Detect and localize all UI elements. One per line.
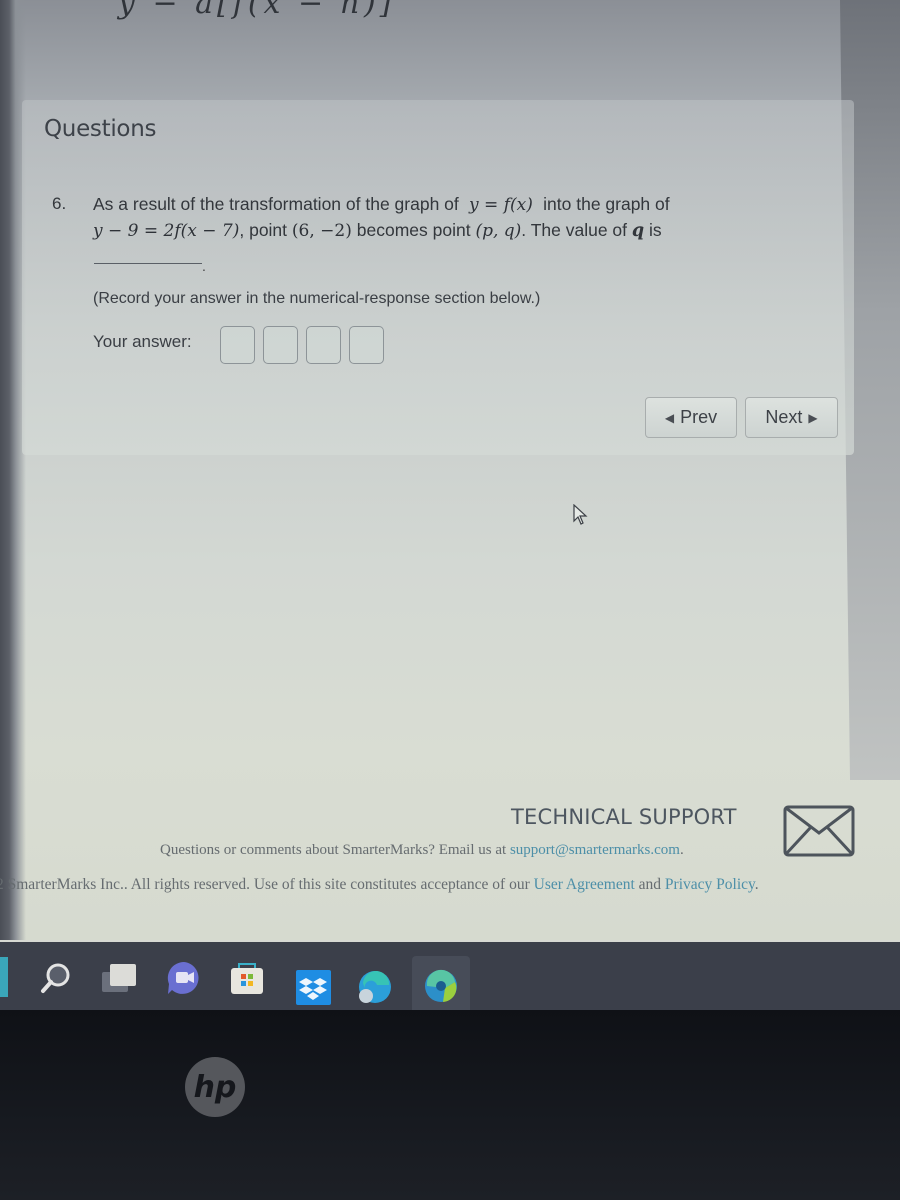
hp-logo-icon: hp <box>185 1057 245 1117</box>
dropbox-glyph <box>299 978 327 1000</box>
instruction-text: (Record your answer in the numerical-res… <box>93 290 541 307</box>
task-view-icon[interactable] <box>100 960 136 996</box>
technical-support-title: TECHNICAL SUPPORT <box>511 805 737 829</box>
math-point-original: (6, −2) <box>291 221 352 241</box>
math-expression: (p, q) <box>475 221 522 241</box>
microsoft-store-icon[interactable] <box>229 960 265 996</box>
blank-period: . <box>202 258 206 274</box>
next-label: Next <box>765 407 803 427</box>
search-icon[interactable] <box>38 960 74 996</box>
answer-digit-2[interactable] <box>263 326 298 364</box>
footer-suffix: . <box>754 876 759 893</box>
laptop-bezel <box>0 1010 900 1200</box>
question-text: is <box>649 220 662 240</box>
question-number: 6. <box>52 194 67 213</box>
math-expression: y = f(x) <box>469 195 533 215</box>
copyright-text: 2 SmarterMarks Inc.. All rights reserved… <box>0 876 530 893</box>
math-transformed-function: y − 9 = 2f(x − 7) <box>93 221 239 241</box>
triangle-left-icon: ◀ <box>664 410 675 425</box>
answer-label: Your answer: <box>93 332 192 351</box>
numerical-response-boxes <box>220 326 384 364</box>
mail-icon[interactable] <box>783 805 855 857</box>
question-text-line-2: y − 9 = 2f(x − 7), point (6, −2) becomes… <box>93 220 662 241</box>
triangle-right-icon: ▶ <box>808 410 818 425</box>
support-text: Questions or comments about SmarterMarks… <box>160 842 684 859</box>
question-text: becomes point <box>356 220 471 240</box>
question-text-line-1: As a result of the transformation of the… <box>93 194 670 215</box>
edge-dev-taskbar-button[interactable] <box>412 956 470 1016</box>
support-email-link[interactable]: support@smartermarks.com <box>510 842 680 858</box>
windows-taskbar <box>0 940 900 1016</box>
support-suffix: . <box>679 842 684 858</box>
answer-digit-1[interactable] <box>220 326 255 364</box>
cropped-formula: y − a[f(x − h)] <box>118 0 396 21</box>
mouse-cursor-icon <box>573 504 588 525</box>
prev-label: Prev <box>680 407 718 427</box>
question-text: , point <box>239 220 288 240</box>
math-original-function: y = f(x) <box>464 195 539 215</box>
teams-chat-icon[interactable] <box>166 960 202 996</box>
footer-copyright: 2 SmarterMarks Inc.. All rights reserved… <box>0 876 759 894</box>
hp-logo-text: hp <box>194 1070 237 1105</box>
question-text: As a result of the transformation of the… <box>93 194 459 214</box>
dropbox-icon[interactable] <box>296 970 331 1005</box>
footer-and: and <box>638 876 662 893</box>
edge-dev-icon <box>425 969 457 1002</box>
answer-digit-4[interactable] <box>349 326 384 364</box>
start-button-icon[interactable] <box>0 957 8 997</box>
question-text: into the graph of <box>543 194 670 214</box>
variable-q: q <box>631 221 645 241</box>
browser-screen: y − a[f(x − h)] Questions 6. As a result… <box>0 0 900 940</box>
support-prefix: Questions or comments about SmarterMarks… <box>160 842 507 858</box>
next-button[interactable]: Next ▶ <box>745 397 838 438</box>
privacy-policy-link[interactable]: Privacy Policy <box>665 876 755 893</box>
section-title: Questions <box>44 116 157 142</box>
prev-button[interactable]: ◀ Prev <box>645 397 737 438</box>
math-expression: y − 9 = 2f(x − 7) <box>93 221 240 241</box>
answer-digit-3[interactable] <box>306 326 341 364</box>
edge-browser-icon[interactable] <box>357 969 393 1005</box>
answer-blank <box>94 263 202 264</box>
math-point-image: (p, q) <box>475 221 521 241</box>
question-text: . The value of <box>521 220 628 240</box>
user-agreement-link[interactable]: User Agreement <box>534 876 635 893</box>
